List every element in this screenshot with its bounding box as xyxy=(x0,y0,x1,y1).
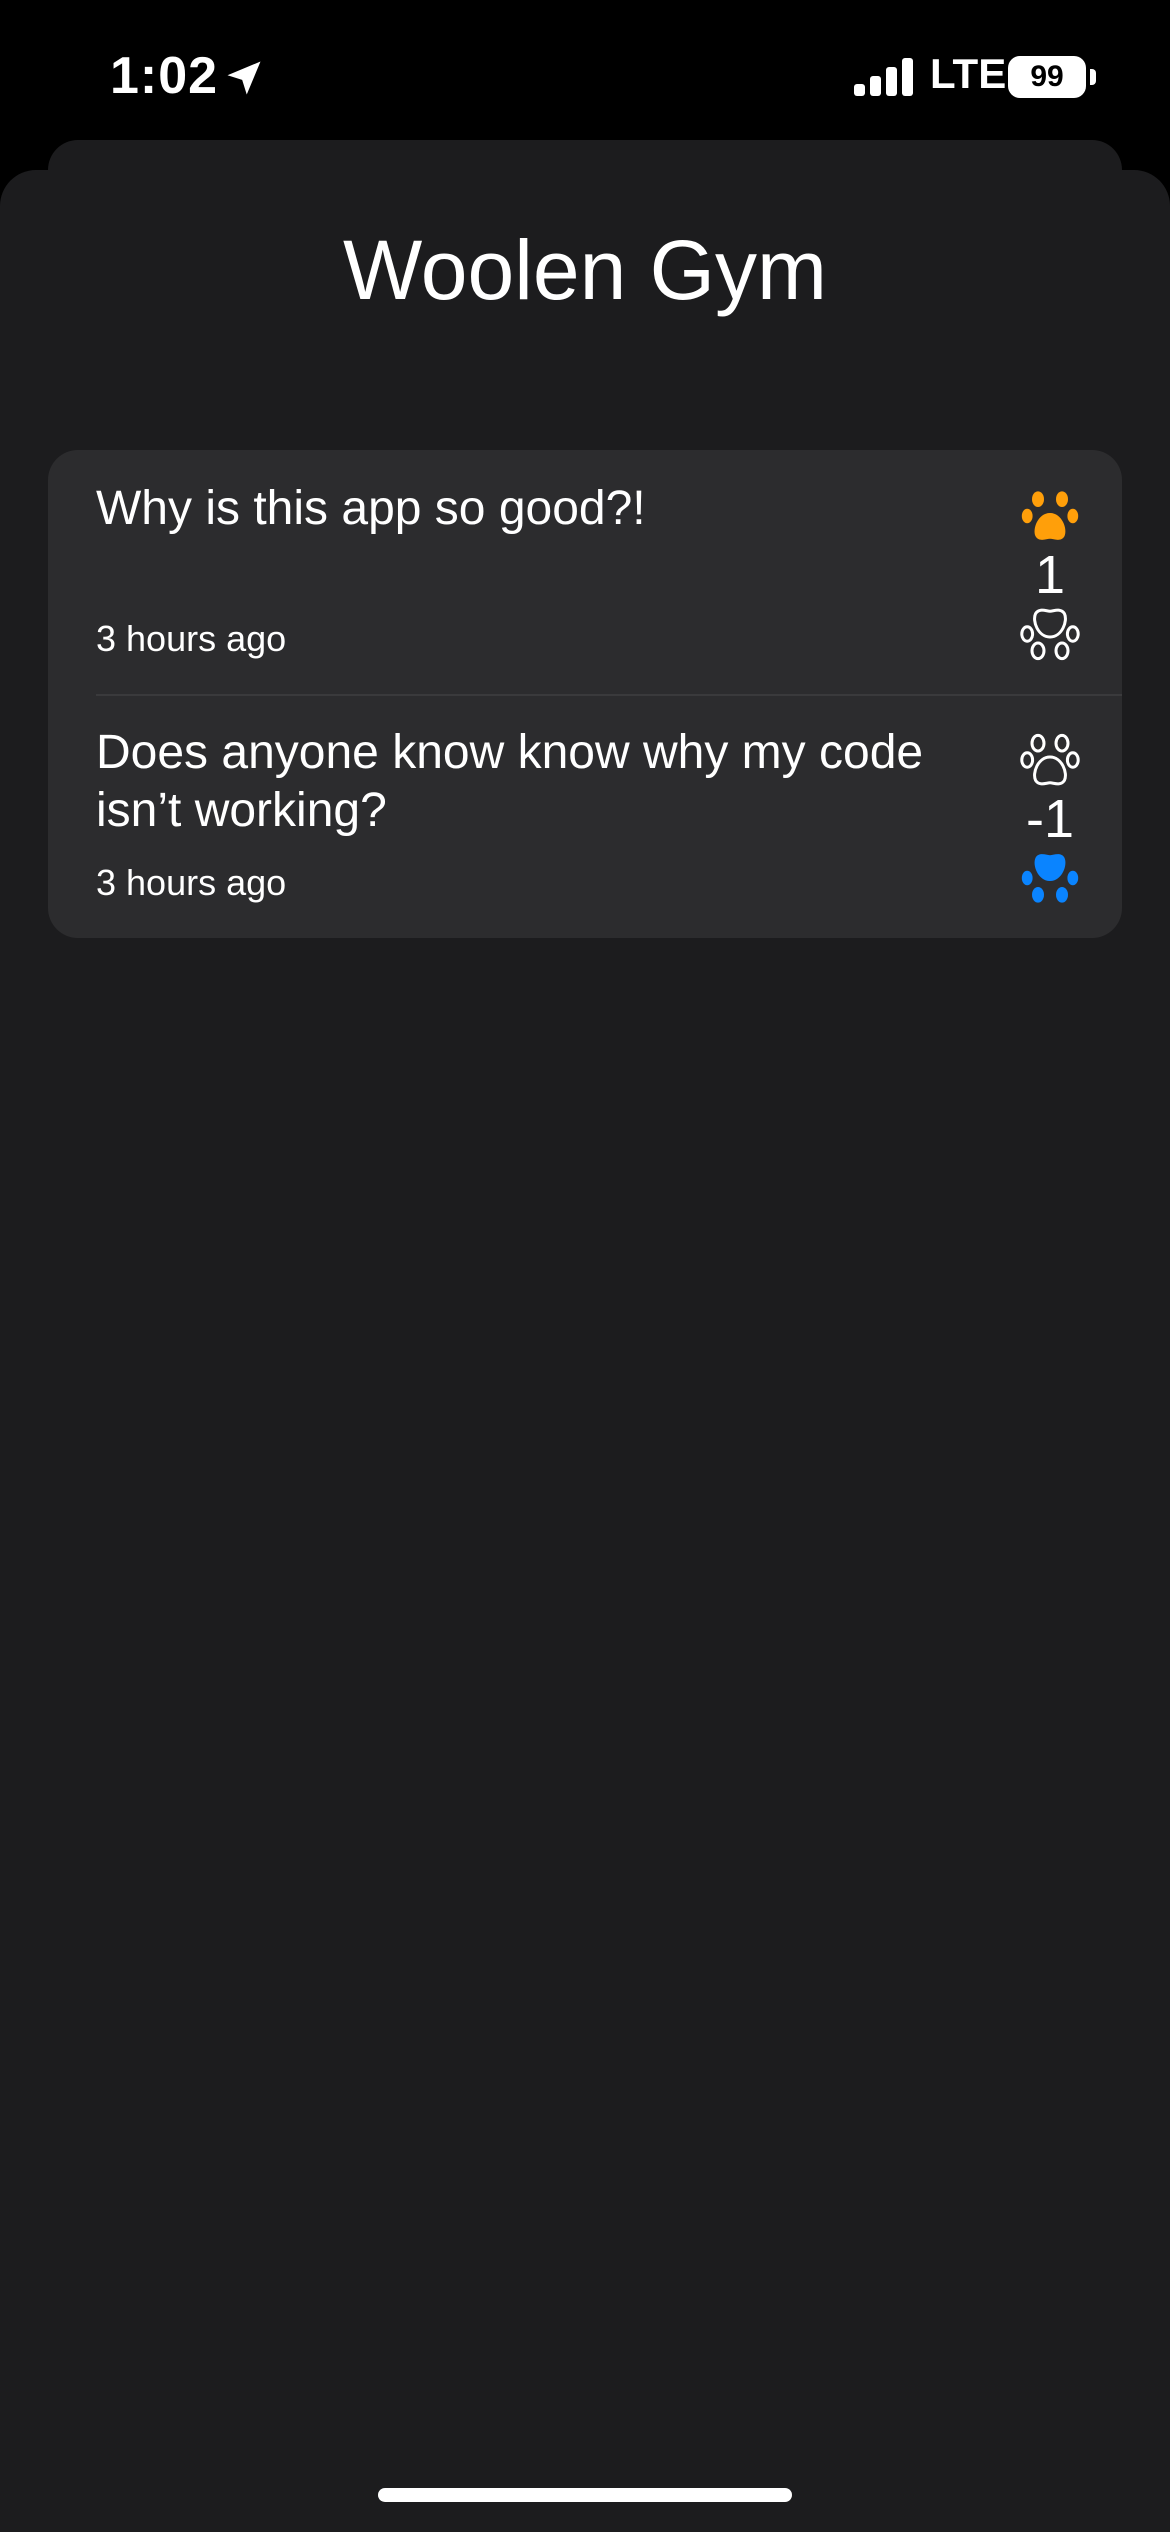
post-text: Does anyone know know why my code isn’t … xyxy=(96,726,924,837)
page-title: Woolen Gym xyxy=(343,223,827,317)
post-text: Why is this app so good?! xyxy=(96,482,646,535)
post-list: Why is this app so good?! 3 hours ago 1 xyxy=(48,450,1122,938)
battery-level: 99 xyxy=(1030,60,1064,93)
vote-controls: 1 xyxy=(990,478,1110,668)
vote-controls: -1 xyxy=(990,722,1110,912)
paw-outline-icon[interactable] xyxy=(1020,604,1080,664)
paw-filled-icon[interactable] xyxy=(1020,486,1080,546)
post-timestamp: 3 hours ago xyxy=(96,862,287,903)
paw-filled-icon[interactable] xyxy=(1020,848,1080,908)
paw-outline-icon[interactable] xyxy=(1020,730,1080,790)
post-row[interactable]: Does anyone know know why my code isn’t … xyxy=(48,694,1122,938)
status-bar: 1:02 LTE 99 xyxy=(0,0,1170,150)
vote-count: 1 xyxy=(1034,545,1066,605)
main-sheet: Woolen Gym Why is this app so good?! 3 h… xyxy=(0,170,1170,2532)
vote-count: -1 xyxy=(1025,789,1074,849)
battery-icon: 99 xyxy=(1008,56,1098,98)
post-timestamp: 3 hours ago xyxy=(96,618,287,659)
home-indicator[interactable] xyxy=(378,2488,792,2502)
post-row[interactable]: Why is this app so good?! 3 hours ago 1 xyxy=(48,450,1122,694)
status-time: 1:02 xyxy=(110,47,219,105)
location-arrow-icon xyxy=(227,61,261,95)
carrier-label: LTE xyxy=(930,50,1007,97)
signal-bars-icon xyxy=(854,58,913,96)
